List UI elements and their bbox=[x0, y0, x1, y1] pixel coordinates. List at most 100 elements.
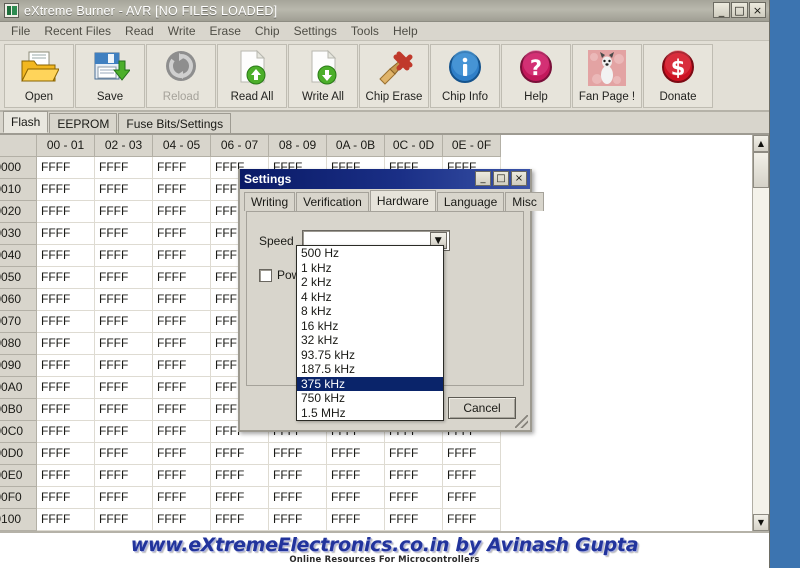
hex-cell[interactable]: FFFF bbox=[36, 397, 95, 421]
hex-cell[interactable]: FFFF bbox=[94, 441, 153, 465]
hex-cell[interactable]: FFFF bbox=[94, 199, 153, 223]
menu-item-write[interactable]: Write bbox=[161, 22, 203, 40]
settings-tab-hardware[interactable]: Hardware bbox=[369, 190, 436, 211]
toolbar-button-donate[interactable]: $ Donate bbox=[643, 44, 713, 108]
toolbar-button-fan-page[interactable]: Fan Page ! bbox=[572, 44, 642, 108]
toolbar-button-read-all[interactable]: Read All bbox=[217, 44, 287, 108]
hex-cell[interactable]: FFFF bbox=[384, 485, 443, 509]
hex-cell[interactable]: FFFF bbox=[36, 199, 95, 223]
hex-cell[interactable]: FFFF bbox=[36, 287, 95, 311]
hex-cell[interactable]: FFFF bbox=[268, 485, 327, 509]
scroll-down-arrow-icon[interactable]: ▼ bbox=[753, 514, 769, 531]
settings-tab-language[interactable]: Language bbox=[436, 192, 505, 211]
hex-cell[interactable]: FFFF bbox=[36, 463, 95, 487]
speed-option[interactable]: 1 kHz bbox=[297, 261, 443, 276]
hex-cell[interactable]: FFFF bbox=[210, 529, 269, 531]
hex-cell[interactable]: FFFF bbox=[384, 463, 443, 487]
settings-minimize-button[interactable]: _ bbox=[475, 171, 491, 186]
tab-flash[interactable]: Flash bbox=[3, 111, 49, 133]
hex-cell[interactable]: FFFF bbox=[94, 221, 153, 245]
hex-cell[interactable]: FFFF bbox=[152, 199, 211, 223]
hex-cell[interactable]: FFFF bbox=[36, 331, 95, 355]
hex-cell[interactable]: FFFF bbox=[152, 265, 211, 289]
menu-item-file[interactable]: File bbox=[4, 22, 37, 40]
hex-cell[interactable]: FFFF bbox=[36, 507, 95, 531]
hex-cell[interactable]: FFFF bbox=[442, 529, 501, 531]
tab-eeprom[interactable]: EEPROM bbox=[49, 113, 118, 133]
hex-cell[interactable]: FFFF bbox=[152, 529, 211, 531]
hex-cell[interactable]: FFFF bbox=[36, 353, 95, 377]
hex-cell[interactable]: FFFF bbox=[152, 331, 211, 355]
banner-website-text[interactable]: www.eXtremeElectronics.co.in by Avinash … bbox=[131, 535, 639, 555]
scrollbar-thumb[interactable] bbox=[753, 152, 769, 188]
hex-cell[interactable]: FFFF bbox=[152, 309, 211, 333]
hex-cell[interactable]: FFFF bbox=[94, 419, 153, 443]
hex-cell[interactable]: FFFF bbox=[210, 485, 269, 509]
hex-cell[interactable]: FFFF bbox=[442, 485, 501, 509]
hex-cell[interactable]: FFFF bbox=[384, 441, 443, 465]
speed-option[interactable]: 8 kHz bbox=[297, 304, 443, 319]
hex-cell[interactable]: FFFF bbox=[94, 309, 153, 333]
settings-close-button[interactable]: × bbox=[511, 171, 527, 186]
hex-cell[interactable]: FFFF bbox=[442, 507, 501, 531]
hex-cell[interactable]: FFFF bbox=[326, 507, 385, 531]
hex-cell[interactable]: FFFF bbox=[210, 441, 269, 465]
hex-cell[interactable]: FFFF bbox=[326, 463, 385, 487]
hex-cell[interactable]: FFFF bbox=[36, 529, 95, 531]
hex-cell[interactable]: FFFF bbox=[94, 463, 153, 487]
menu-item-settings[interactable]: Settings bbox=[287, 22, 344, 40]
settings-tab-misc[interactable]: Misc bbox=[505, 192, 544, 211]
hex-cell[interactable]: FFFF bbox=[36, 485, 95, 509]
hex-cell[interactable]: FFFF bbox=[36, 309, 95, 333]
speed-option[interactable]: 750 kHz bbox=[297, 391, 443, 406]
hex-cell[interactable]: FFFF bbox=[94, 529, 153, 531]
menu-item-chip[interactable]: Chip bbox=[248, 22, 287, 40]
scrollbar-track[interactable] bbox=[753, 152, 769, 514]
speed-option[interactable]: 16 kHz bbox=[297, 319, 443, 334]
hex-cell[interactable]: FFFF bbox=[152, 419, 211, 443]
speed-option[interactable]: 2 kHz bbox=[297, 275, 443, 290]
hex-cell[interactable]: FFFF bbox=[36, 375, 95, 399]
hex-cell[interactable]: FFFF bbox=[152, 507, 211, 531]
hex-cell[interactable]: FFFF bbox=[268, 529, 327, 531]
toolbar-button-help[interactable]: ? Help bbox=[501, 44, 571, 108]
hex-cell[interactable]: FFFF bbox=[152, 463, 211, 487]
hex-cell[interactable]: FFFF bbox=[384, 529, 443, 531]
hex-cell[interactable]: FFFF bbox=[94, 177, 153, 201]
menu-item-help[interactable]: Help bbox=[386, 22, 425, 40]
hex-cell[interactable]: FFFF bbox=[152, 353, 211, 377]
cancel-button[interactable]: Cancel bbox=[448, 397, 516, 419]
speed-option[interactable]: 187.5 kHz bbox=[297, 362, 443, 377]
hex-cell[interactable]: FFFF bbox=[210, 463, 269, 487]
hex-cell[interactable]: FFFF bbox=[94, 243, 153, 267]
toolbar-button-chip-info[interactable]: Chip Info bbox=[430, 44, 500, 108]
toolbar-button-write-all[interactable]: Write All bbox=[288, 44, 358, 108]
hex-cell[interactable]: FFFF bbox=[152, 155, 211, 179]
menu-item-recent-files[interactable]: Recent Files bbox=[37, 22, 118, 40]
hex-cell[interactable]: FFFF bbox=[94, 397, 153, 421]
hex-cell[interactable]: FFFF bbox=[152, 177, 211, 201]
speed-option[interactable]: 4 kHz bbox=[297, 290, 443, 305]
menu-item-tools[interactable]: Tools bbox=[344, 22, 386, 40]
hex-cell[interactable]: FFFF bbox=[36, 419, 95, 443]
hex-cell[interactable]: FFFF bbox=[36, 441, 95, 465]
toolbar-button-open[interactable]: Open bbox=[4, 44, 74, 108]
hex-cell[interactable]: FFFF bbox=[152, 485, 211, 509]
hex-cell[interactable]: FFFF bbox=[36, 243, 95, 267]
menu-item-read[interactable]: Read bbox=[118, 22, 161, 40]
settings-tab-verification[interactable]: Verification bbox=[296, 192, 369, 211]
minimize-button[interactable]: _ bbox=[713, 2, 730, 18]
resize-grip-icon[interactable] bbox=[515, 415, 528, 428]
speed-option[interactable]: 500 Hz bbox=[297, 246, 443, 261]
close-button[interactable]: × bbox=[749, 2, 766, 18]
hex-cell[interactable]: FFFF bbox=[326, 485, 385, 509]
settings-tab-writing[interactable]: Writing bbox=[244, 192, 296, 211]
maximize-button[interactable]: □ bbox=[731, 2, 748, 18]
hex-cell[interactable]: FFFF bbox=[94, 265, 153, 289]
hex-cell[interactable]: FFFF bbox=[152, 397, 211, 421]
hex-cell[interactable]: FFFF bbox=[36, 265, 95, 289]
hex-cell[interactable]: FFFF bbox=[36, 221, 95, 245]
speed-option[interactable]: 93.75 kHz bbox=[297, 348, 443, 363]
hex-cell[interactable]: FFFF bbox=[36, 155, 95, 179]
toolbar-button-save[interactable]: Save bbox=[75, 44, 145, 108]
